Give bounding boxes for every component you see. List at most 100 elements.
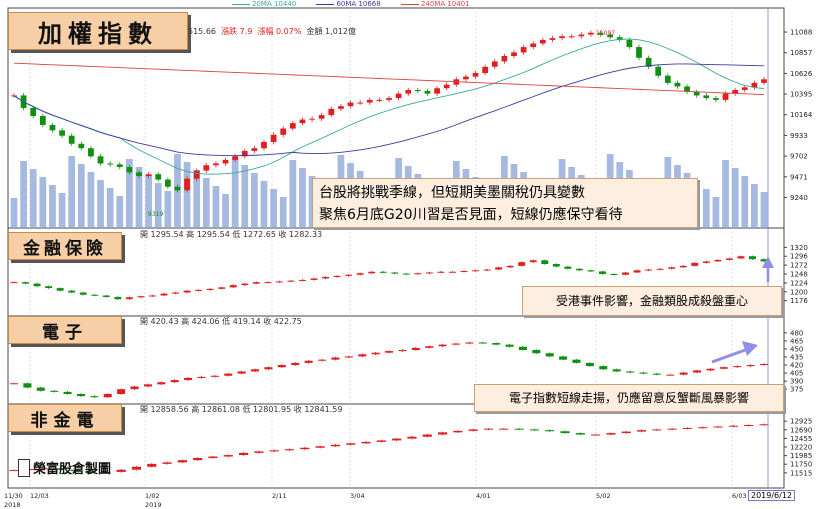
candle-body bbox=[706, 368, 715, 371]
candle-body bbox=[172, 292, 179, 294]
y-tick-label: 10626 bbox=[790, 70, 813, 78]
electronics-arrow-head-icon bbox=[742, 341, 758, 356]
candle-body bbox=[331, 357, 340, 360]
candle-body bbox=[749, 256, 756, 260]
volume-bar bbox=[29, 169, 37, 228]
volume-bar bbox=[154, 183, 162, 228]
volume-bar bbox=[731, 168, 739, 228]
y-tick-label: 11985 bbox=[790, 452, 812, 460]
candle-body bbox=[90, 396, 99, 398]
candle-body bbox=[264, 367, 273, 370]
candle-body bbox=[88, 148, 94, 157]
candle-body bbox=[45, 286, 53, 289]
candle-body bbox=[438, 344, 447, 347]
candle-body bbox=[284, 449, 295, 451]
volume-bar bbox=[212, 186, 220, 228]
candle-body bbox=[126, 167, 133, 173]
volume-bar bbox=[106, 188, 114, 228]
volume-bar bbox=[20, 161, 27, 228]
y-tick-label: 10164 bbox=[790, 111, 813, 119]
y-tick-label: 1272 bbox=[790, 262, 808, 270]
candle-body bbox=[251, 369, 260, 372]
candle-body bbox=[668, 267, 676, 269]
taiex-info: 515.66 漲跌 7.9 漲幅 0.07% 金額 1,012億 bbox=[188, 26, 356, 37]
candle-body bbox=[224, 373, 233, 376]
candle-body bbox=[626, 39, 633, 48]
candle-body bbox=[585, 362, 594, 367]
candle-body bbox=[183, 290, 191, 293]
x-tick-label: 5/02 bbox=[596, 492, 611, 500]
electronics-callout: 電子指數短線走揚，仍應留意反蟹斷風暴影響 bbox=[474, 384, 784, 412]
candle-body bbox=[559, 356, 568, 360]
candle-body bbox=[728, 425, 738, 427]
candle-body bbox=[612, 369, 621, 372]
candle-body bbox=[299, 279, 306, 281]
y-tick-label: 12455 bbox=[790, 435, 812, 443]
candle-body bbox=[719, 367, 728, 369]
volume-bar bbox=[270, 189, 277, 228]
volume-bar bbox=[299, 168, 306, 228]
y-tick-label: 405 bbox=[790, 370, 803, 378]
ma240-line bbox=[13, 62, 765, 96]
finance-callout: 受港事件影響，金融類股成殺盤重心 bbox=[522, 286, 782, 316]
candle-body bbox=[347, 102, 354, 107]
candle-body bbox=[291, 362, 300, 366]
volume-bar bbox=[279, 197, 287, 228]
candle-body bbox=[483, 428, 494, 430]
candle-body bbox=[275, 281, 283, 283]
taiex-volume: 金額 1,012億 bbox=[306, 27, 356, 36]
candle-body bbox=[453, 430, 463, 433]
volume-bar bbox=[741, 176, 749, 228]
y-tick-label: 12220 bbox=[790, 444, 812, 452]
electronics-arrow-icon bbox=[711, 347, 749, 364]
candle-body bbox=[722, 93, 729, 100]
candle-body bbox=[407, 436, 417, 439]
candle-body bbox=[330, 444, 341, 447]
taiex-callout-line2: 聚焦6月底G20川習是否見面，短線仍應保守看待 bbox=[319, 207, 623, 223]
candle-body bbox=[63, 391, 72, 394]
candle-body bbox=[655, 66, 662, 76]
candle-body bbox=[741, 87, 748, 91]
candle-body bbox=[39, 116, 46, 125]
candle-body bbox=[759, 363, 769, 366]
candle-body bbox=[424, 90, 431, 94]
candle-body bbox=[725, 258, 733, 260]
y-tick-label: 11515 bbox=[790, 469, 812, 477]
candle-body bbox=[310, 278, 318, 280]
candle-body bbox=[357, 102, 364, 104]
candle-body bbox=[269, 450, 279, 452]
candle-body bbox=[277, 365, 286, 368]
candle-body bbox=[206, 288, 214, 290]
taiex-callout-line1: 台股將挑戰季線，但短期美墨關稅仍具變數 bbox=[319, 185, 585, 201]
candle-body bbox=[520, 47, 527, 53]
candle-body bbox=[328, 108, 335, 116]
candle-body bbox=[218, 287, 226, 289]
x-tick-label: 2/11 bbox=[272, 492, 287, 500]
candle-body bbox=[564, 266, 572, 269]
y-tick-label: 1320 bbox=[790, 244, 808, 252]
candle-body bbox=[346, 443, 356, 445]
candle-body bbox=[761, 79, 767, 83]
candle-body bbox=[79, 292, 87, 295]
candle-body bbox=[10, 282, 18, 284]
x-tick-label: 3/04 bbox=[350, 492, 365, 500]
candle-body bbox=[392, 438, 402, 441]
x-tick-label: 11/30 bbox=[4, 492, 23, 500]
candle-body bbox=[422, 434, 432, 437]
candle-body bbox=[208, 456, 218, 458]
legend-ma20: 20MA 10440 bbox=[232, 0, 296, 8]
taiex-change: 漲跌 7.9 bbox=[221, 27, 253, 36]
candle-body bbox=[9, 383, 19, 385]
candle-body bbox=[137, 296, 145, 298]
y-tick-label: 9702 bbox=[790, 153, 808, 161]
x-tick-label: 2019 bbox=[145, 501, 162, 509]
candle-body bbox=[398, 350, 407, 352]
candle-body bbox=[693, 91, 700, 96]
taiex-close: 515.66 bbox=[188, 27, 216, 36]
taiex-callout: 台股將挑戰季線，但短期美墨關稅仍具變數 聚焦6月底G20川習是否見面，短線仍應保… bbox=[312, 178, 698, 228]
candle-body bbox=[68, 290, 76, 293]
candle-body bbox=[425, 346, 434, 348]
candle-body bbox=[23, 383, 32, 388]
candle-body bbox=[254, 451, 264, 453]
volume-bar bbox=[712, 197, 720, 228]
